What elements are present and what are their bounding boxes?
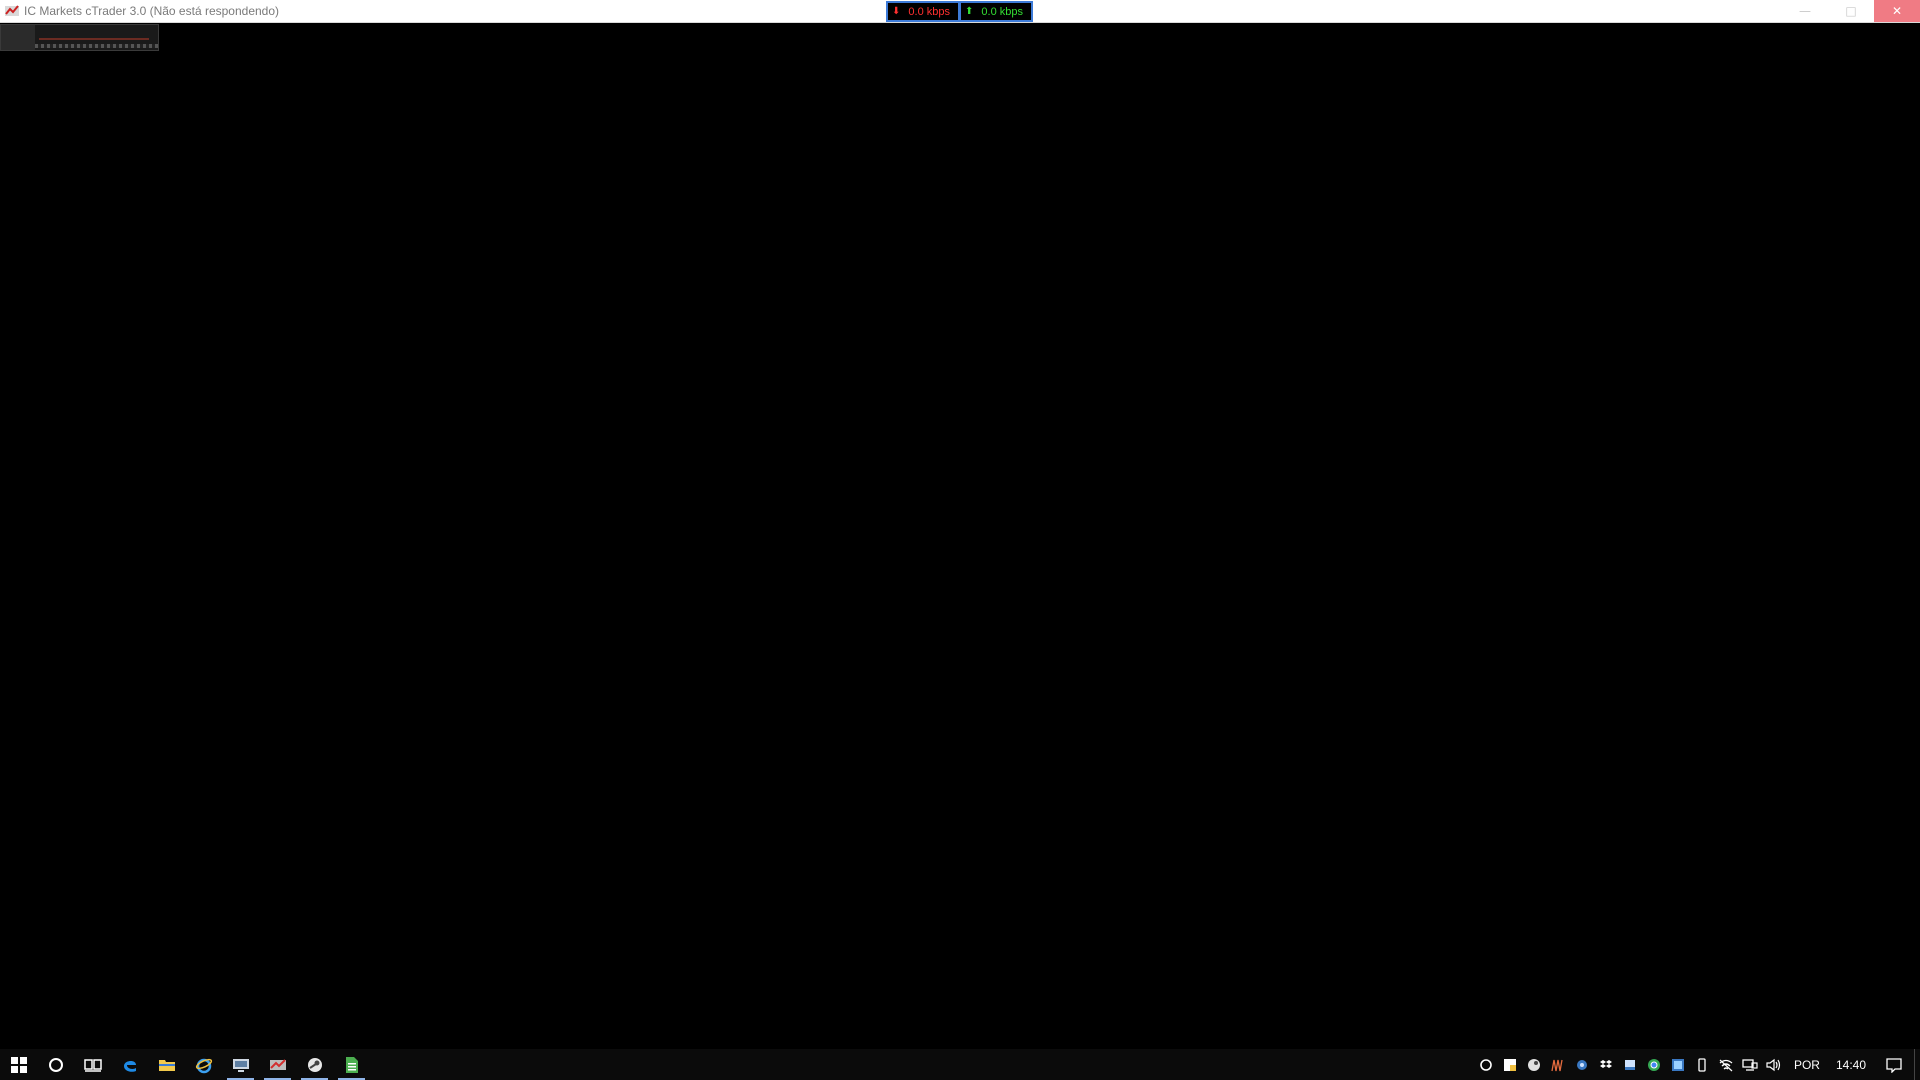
upload-speed-value: 0.0 kbps (981, 5, 1023, 18)
tray-volume[interactable] (1762, 1049, 1786, 1080)
tray-network[interactable] (1738, 1049, 1762, 1080)
search-button[interactable] (37, 1049, 74, 1080)
tray-security[interactable] (1498, 1049, 1522, 1080)
internet-explorer-icon (195, 1058, 212, 1073)
tray-shield[interactable] (1474, 1049, 1498, 1080)
download-speed: ⬇ 0.0 kbps (888, 3, 958, 20)
maximize-button[interactable]: □ (1828, 0, 1874, 22)
task-view-icon (83, 1058, 102, 1072)
taskbar-network-monitor[interactable] (222, 1049, 259, 1080)
network-speed-meter[interactable]: ⬇ 0.0 kbps ⬆ 0.0 kbps (886, 1, 1033, 22)
taskbar-internet-explorer[interactable] (185, 1049, 222, 1080)
taskbar-file-explorer[interactable] (148, 1049, 185, 1080)
taskbar-ctrader[interactable] (259, 1049, 296, 1080)
start-button[interactable] (0, 1049, 37, 1080)
ctrader-icon (269, 1058, 286, 1070)
network-graph-icon (1551, 1059, 1563, 1071)
input-language[interactable]: POR (1786, 1058, 1828, 1072)
network-monitor-icon (232, 1058, 249, 1072)
start-icon (10, 1056, 27, 1073)
network-icon (1742, 1058, 1758, 1071)
ctrader-icon (4, 3, 20, 19)
show-desktop-button[interactable] (1914, 1049, 1920, 1080)
minimize-button[interactable]: — (1782, 0, 1828, 22)
arrow-down-icon: ⬇ (892, 6, 901, 17)
dropbox-icon (1599, 1059, 1612, 1068)
display-icon (1671, 1058, 1684, 1071)
security-icon (1503, 1058, 1516, 1071)
notification-icon (1886, 1057, 1902, 1073)
app-content-area[interactable] (0, 23, 1920, 1049)
minimize-icon: — (1799, 4, 1811, 18)
tray-steam[interactable] (1522, 1049, 1546, 1080)
taskbar-spreadsheet[interactable] (333, 1049, 370, 1080)
window-title: IC Markets cTrader 3.0 (Não está respond… (24, 4, 280, 18)
system-tray: POR 14:40 (1474, 1049, 1920, 1080)
tray-monitor[interactable] (1618, 1049, 1642, 1080)
clock[interactable]: 14:40 (1828, 1058, 1874, 1072)
title-bar[interactable]: IC Markets cTrader 3.0 (Não está respond… (0, 0, 1920, 23)
maximize-icon: □ (1845, 4, 1857, 18)
taskbar-edge[interactable] (111, 1049, 148, 1080)
tray-cloud[interactable] (1570, 1049, 1594, 1080)
close-icon: ✕ (1891, 4, 1903, 18)
spreadsheet-icon (345, 1056, 358, 1073)
volume-icon (1766, 1058, 1781, 1071)
steam-icon (1527, 1058, 1540, 1071)
tray-dropbox[interactable] (1594, 1049, 1618, 1080)
usb-icon (1698, 1057, 1706, 1072)
tray-usb[interactable] (1690, 1049, 1714, 1080)
cloud-icon (1576, 1059, 1587, 1070)
tray-wifi[interactable] (1714, 1049, 1738, 1080)
wifi-icon (1719, 1059, 1733, 1071)
upload-speed: ⬆ 0.0 kbps (961, 3, 1031, 20)
edge-icon (123, 1060, 136, 1072)
task-view-button[interactable] (74, 1049, 111, 1080)
stale-window-preview (0, 24, 159, 51)
tray-network-graph[interactable] (1546, 1049, 1570, 1080)
action-center-button[interactable] (1874, 1049, 1914, 1080)
chrome-icon (1647, 1058, 1660, 1071)
shield-icon (1480, 1058, 1492, 1071)
search-icon (48, 1057, 63, 1072)
arrow-up-icon: ⬆ (965, 6, 974, 17)
tray-display[interactable] (1666, 1049, 1690, 1080)
tray-chrome[interactable] (1642, 1049, 1666, 1080)
window-controls: — □ ✕ (1782, 0, 1920, 22)
monitor-icon (1624, 1059, 1635, 1070)
taskbar-steam[interactable] (296, 1049, 333, 1080)
file-explorer-icon (158, 1059, 175, 1071)
download-speed-value: 0.0 kbps (908, 5, 950, 18)
close-button[interactable]: ✕ (1874, 0, 1920, 22)
steam-icon (307, 1057, 322, 1072)
taskbar: POR 14:40 (0, 1049, 1920, 1080)
